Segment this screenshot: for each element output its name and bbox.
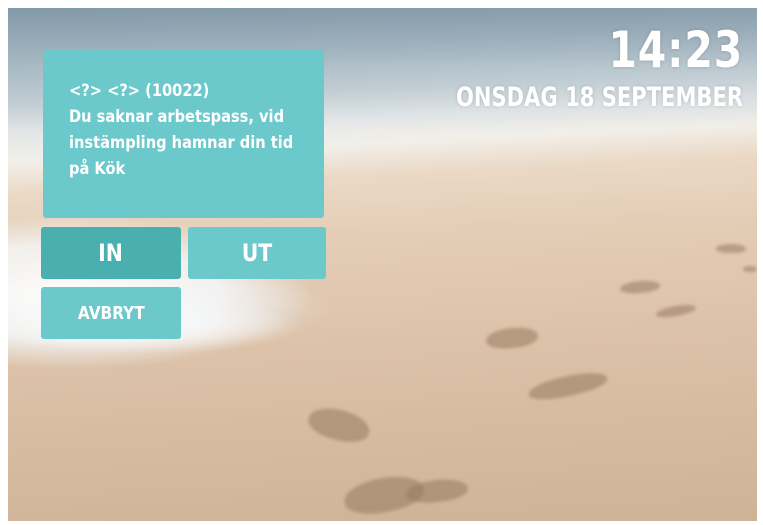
message-panel: <?> <?> (10022) Du saknar arbetspass, vi… bbox=[43, 50, 324, 218]
message-line-1: Du saknar arbetspass, vid bbox=[69, 107, 285, 127]
clock-time: 14:23 bbox=[608, 21, 743, 79]
window-frame: 14:23 ONSDAG 18 SEPTEMBER <?> <?> (10022… bbox=[0, 0, 763, 525]
message-line-2: instämpling hamnar din tid bbox=[69, 133, 294, 153]
message-line-3: på Kök bbox=[69, 159, 126, 179]
cancel-button-label: AVBRYT bbox=[77, 302, 145, 324]
clock-in-button-label: IN bbox=[98, 239, 124, 267]
clock-out-button[interactable]: UT bbox=[188, 227, 326, 279]
clock-in-button[interactable]: IN bbox=[41, 227, 181, 279]
cancel-button[interactable]: AVBRYT bbox=[41, 287, 181, 339]
clock-out-button-label: UT bbox=[241, 239, 273, 267]
message-line-employee: <?> <?> (10022) bbox=[69, 81, 210, 101]
kiosk-screen: 14:23 ONSDAG 18 SEPTEMBER <?> <?> (10022… bbox=[8, 8, 757, 521]
clock-date: ONSDAG 18 SEPTEMBER bbox=[455, 82, 743, 113]
clock: 14:23 ONSDAG 18 SEPTEMBER bbox=[375, 22, 743, 114]
